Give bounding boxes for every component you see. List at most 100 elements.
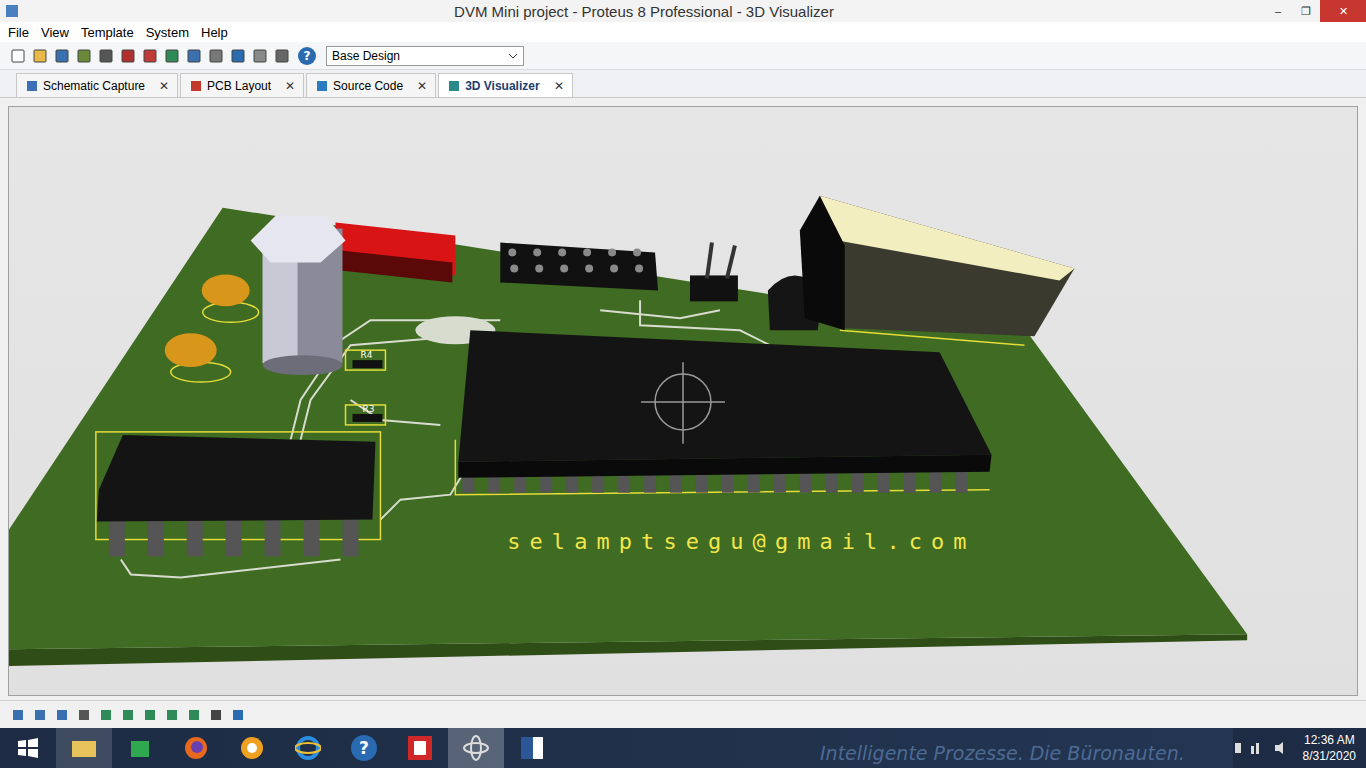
toolbar-button-icon[interactable]: [206, 46, 226, 66]
menu-item[interactable]: Template: [81, 25, 134, 40]
toolbar-button-icon[interactable]: [272, 46, 292, 66]
toolbar-button-icon[interactable]: [140, 46, 160, 66]
start-button[interactable]: [0, 728, 56, 768]
tab[interactable]: PCB Layout ✕: [180, 73, 304, 97]
firefox-icon: [183, 735, 209, 761]
header-pin: [560, 264, 568, 272]
toolbar-button-icon[interactable]: [228, 46, 248, 66]
view-button-icon[interactable]: [30, 705, 50, 725]
resistor: [352, 360, 382, 368]
crosshair-icon: [641, 362, 725, 444]
header-pin: [610, 264, 618, 272]
capacitor-top: [251, 216, 346, 263]
clock[interactable]: 12:36 AM 8/31/2020: [1303, 732, 1356, 764]
window-control[interactable]: –: [1264, 0, 1292, 22]
explorer-task[interactable]: [56, 728, 112, 768]
header-pin: [583, 249, 591, 257]
menu-item[interactable]: View: [41, 25, 69, 40]
view-button-icon[interactable]: [8, 705, 28, 725]
header-pin: [707, 243, 712, 279]
proteus-icon: [462, 734, 490, 762]
tab[interactable]: Source Code ✕: [306, 73, 436, 97]
tab-bar: Schematic Capture ✕ PCB Layout ✕ Source …: [0, 70, 1366, 98]
toolbar: ? Base Design: [0, 42, 1366, 70]
header-pin: [633, 249, 641, 257]
view-button-icon[interactable]: [96, 705, 116, 725]
store-task[interactable]: [112, 728, 168, 768]
toolbar-button-icon[interactable]: [96, 46, 116, 66]
view-button-icon[interactable]: [162, 705, 182, 725]
folder-icon: [70, 736, 98, 760]
header-pin: [508, 249, 516, 257]
tab[interactable]: Schematic Capture ✕: [16, 73, 178, 97]
menu-item[interactable]: Help: [201, 25, 228, 40]
ceramic-capacitor: [202, 274, 250, 306]
view-button-icon[interactable]: [206, 705, 226, 725]
taskbar: Intelligente Prozesse. Die Büronauten. ?…: [0, 728, 1366, 768]
menu-item[interactable]: System: [146, 25, 189, 40]
tab-icon: [447, 79, 461, 93]
ic-side: [458, 455, 991, 478]
toolbar-button-icon[interactable]: [250, 46, 270, 66]
toolbar-button-icon[interactable]: [118, 46, 138, 66]
pin-header: [500, 243, 658, 291]
toolbar-button-icon[interactable]: [74, 46, 94, 66]
app-icon: [0, 3, 24, 19]
view-button-icon[interactable]: [74, 705, 94, 725]
window-control[interactable]: ✕: [1320, 0, 1366, 22]
window-control[interactable]: ❐: [1292, 0, 1320, 22]
relay-top: [820, 196, 1075, 281]
red-component-side: [341, 251, 453, 283]
header-pin: [533, 249, 541, 257]
store-icon: [128, 736, 152, 760]
header-pin: [558, 249, 566, 257]
view-button-icon[interactable]: [140, 705, 160, 725]
gear-task[interactable]: [224, 728, 280, 768]
view-button-icon[interactable]: [52, 705, 72, 725]
view-button-icon[interactable]: [118, 705, 138, 725]
pcb-3d-view[interactable]: R4R3selamptsegu@gmail.com: [9, 107, 1357, 695]
title-bar: DVM Mini project - Proteus 8 Professiona…: [0, 0, 1366, 22]
tab-icon: [189, 79, 203, 93]
design-variant-select[interactable]: Base Design: [326, 46, 524, 66]
header-pin: [727, 246, 735, 279]
help-icon: ?: [351, 735, 377, 761]
help-button[interactable]: ?: [298, 47, 316, 65]
internet-explorer-icon: [295, 735, 321, 761]
tab-close-button[interactable]: ✕: [159, 79, 169, 93]
proteus-task[interactable]: [448, 728, 504, 768]
firefox-task[interactable]: [168, 728, 224, 768]
3d-canvas[interactable]: R4R3selamptsegu@gmail.com: [8, 106, 1358, 696]
tab-close-button[interactable]: ✕: [285, 79, 295, 93]
view-toolbar: [0, 700, 1366, 728]
ic-pin: [226, 515, 242, 557]
header-pin: [510, 264, 518, 272]
toolbar-button-icon[interactable]: [162, 46, 182, 66]
component-label: R4: [360, 350, 372, 360]
view-button-icon[interactable]: [184, 705, 204, 725]
menu-item[interactable]: File: [8, 25, 29, 40]
tab-close-button[interactable]: ✕: [417, 79, 427, 93]
tab-close-button[interactable]: ✕: [554, 79, 564, 93]
toolbar-button-icon[interactable]: [8, 46, 28, 66]
two-pin-header: [690, 275, 738, 301]
dropdown-arrow-icon: [508, 53, 518, 59]
relay-front: [800, 196, 845, 331]
toolbar-button-icon[interactable]: [184, 46, 204, 66]
ie-task[interactable]: [280, 728, 336, 768]
tab[interactable]: 3D Visualizer ✕: [438, 73, 572, 97]
toolbar-button-icon[interactable]: [30, 46, 50, 66]
ceramic-capacitor: [165, 333, 217, 367]
tab-icon: [25, 79, 39, 93]
header-pin: [535, 264, 543, 272]
relay: [820, 196, 1075, 337]
tray-icons[interactable]: [1233, 740, 1293, 756]
silkscreen-outlines: [96, 302, 1025, 539]
view-button-icon[interactable]: [228, 705, 248, 725]
toolbar-button-icon[interactable]: [52, 46, 72, 66]
menu-bar: File View Template System Help: [0, 22, 1366, 42]
help-task[interactable]: ?: [336, 728, 392, 768]
word-task[interactable]: [504, 728, 560, 768]
app-task[interactable]: [392, 728, 448, 768]
header-pin: [585, 264, 593, 272]
